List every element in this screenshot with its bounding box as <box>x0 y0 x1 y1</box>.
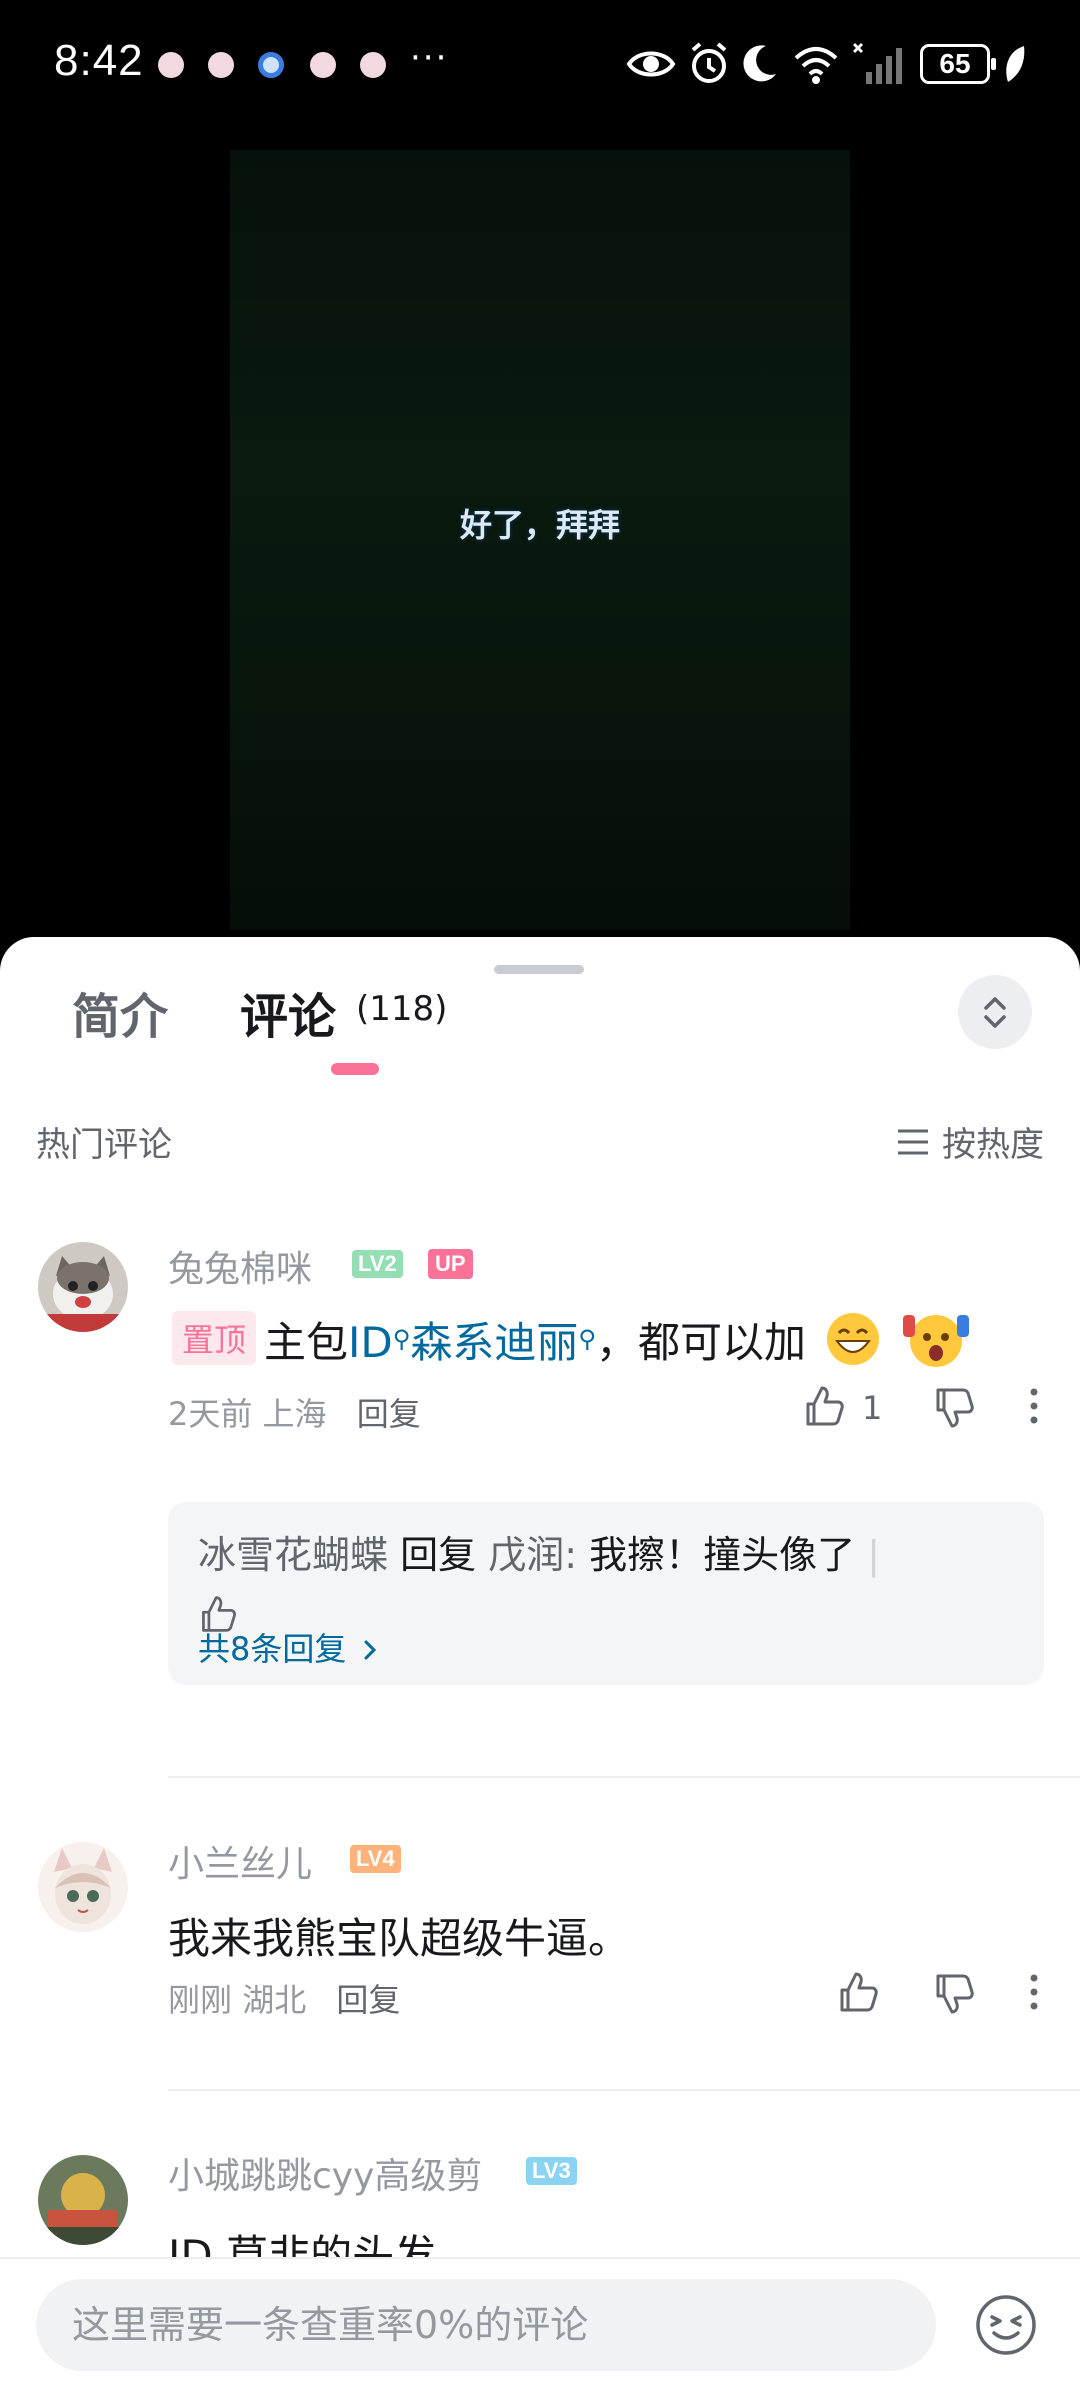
view-all-replies-link[interactable]: 共8条回复 <box>198 1624 383 1670</box>
notification-icon <box>208 52 234 78</box>
emoji-icon[interactable] <box>974 2293 1038 2357</box>
divider <box>168 1776 1080 1778</box>
username[interactable]: 小城跳跳cyy高级剪 <box>168 2147 482 2199</box>
comment-location: 上海 <box>262 1395 327 1433</box>
reply-button[interactable]: 回复 <box>336 1981 400 2019</box>
sheet-handle[interactable] <box>494 965 584 974</box>
active-tab-indicator <box>331 1063 379 1075</box>
shocked-emoji-icon <box>902 1315 969 1367</box>
tab-intro[interactable]: 简介 <box>72 977 168 1047</box>
more-options-icon[interactable] <box>1024 1970 1044 2014</box>
notification-icon <box>258 52 284 78</box>
leaf-icon <box>1006 46 1025 82</box>
notification-icon <box>310 52 336 78</box>
video-player[interactable]: 好了，拜拜 <box>0 130 1080 940</box>
reply-author[interactable]: 冰雪花蝴蝶 <box>198 1533 388 1577</box>
video-subtitle: 好了，拜拜 <box>459 506 620 544</box>
wifi-icon <box>794 47 838 84</box>
level-badge: LV3 <box>526 2157 577 2185</box>
cat-avatar-icon <box>38 1242 128 1332</box>
level-badge: LV2 <box>352 1250 403 1278</box>
reply-target[interactable]: 戊润: <box>488 1533 577 1577</box>
dislike-icon[interactable] <box>932 1972 976 2016</box>
chevron-right-icon <box>364 1640 376 1660</box>
signal-icon <box>852 42 902 84</box>
reply-button[interactable]: 回复 <box>357 1395 421 1433</box>
search-icon: ⚲ <box>578 1325 596 1353</box>
level-badge: LV4 <box>350 1845 401 1873</box>
comment-input[interactable]: 这里需要一条查重率0%的评论 <box>36 2279 936 2371</box>
comment-text: 置顶 主包ID⚲森系迪丽⚲，都可以加 <box>172 1309 971 1370</box>
notification-icon <box>360 52 386 78</box>
comment-meta: 刚刚 湖北 回复 <box>168 1975 400 2021</box>
search-link[interactable]: ID <box>348 1318 393 1367</box>
grin-emoji-icon <box>827 1313 880 1365</box>
comment-input-bar: 这里需要一条查重率0%的评论 <box>0 2257 1080 2388</box>
avatar[interactable] <box>38 1242 128 1332</box>
hot-comments-label: 热门评论 <box>36 1125 172 1165</box>
reply-text: 我擦！撞头像了 <box>589 1533 856 1577</box>
search-icon: ⚲ <box>392 1325 411 1353</box>
comment-location: 湖北 <box>242 1981 307 2019</box>
comment-text: 我来我熊宝队超级牛逼。 <box>168 1914 631 1963</box>
expand-button[interactable] <box>958 975 1032 1049</box>
sort-label: 按热度 <box>942 1125 1044 1165</box>
comment-count: (118) <box>356 989 448 1029</box>
eye-icon <box>626 51 676 77</box>
notification-icon <box>158 52 184 78</box>
status-bar: 8:42 ··· 65 <box>0 0 1080 130</box>
like-icon[interactable] <box>802 1384 846 1428</box>
alarm-icon <box>691 42 727 83</box>
avatar[interactable] <box>38 1842 128 1932</box>
scenery-avatar-icon <box>38 2155 128 2245</box>
comment-time: 刚刚 <box>168 1981 233 2019</box>
search-link[interactable]: 森系迪丽 <box>410 1318 578 1367</box>
divider <box>168 2089 1080 2091</box>
comment-time: 2天前 <box>168 1395 253 1433</box>
anime-girl-avatar-icon <box>38 1842 128 1932</box>
more-notifications-icon: ··· <box>410 38 449 78</box>
expand-collapse-icon <box>984 997 1006 1028</box>
tab-comments[interactable]: 评论 <box>240 977 336 1047</box>
sort-button[interactable]: 按热度 <box>896 1117 1044 1166</box>
clock: 8:42 <box>54 36 144 85</box>
up-badge: UP <box>428 1249 473 1279</box>
username[interactable]: 小兰丝儿 <box>168 1835 312 1887</box>
like-icon[interactable] <box>836 1970 880 2014</box>
pinned-badge: 置顶 <box>172 1311 257 1365</box>
dislike-icon[interactable] <box>932 1386 976 1430</box>
more-options-icon[interactable] <box>1024 1384 1044 1428</box>
like-count: 1 <box>862 1389 883 1427</box>
username[interactable]: 兔兔棉咪 <box>168 1240 312 1292</box>
reply-preview-box[interactable]: 冰雪花蝴蝶 回复 戊润: 我擦！撞头像了 | 共8条回复 <box>168 1502 1044 1685</box>
battery-indicator: 65 <box>920 44 996 84</box>
comment-meta: 2天前 上海 回复 <box>168 1389 421 1435</box>
comment-sheet: 简介 评论 (118) 热门评论 按热度 兔兔棉咪 LV2 UP 置顶 主包ID⚲… <box>0 937 1080 2388</box>
sort-icon <box>898 1129 928 1154</box>
avatar[interactable] <box>38 2155 128 2245</box>
do-not-disturb-icon <box>743 45 776 82</box>
